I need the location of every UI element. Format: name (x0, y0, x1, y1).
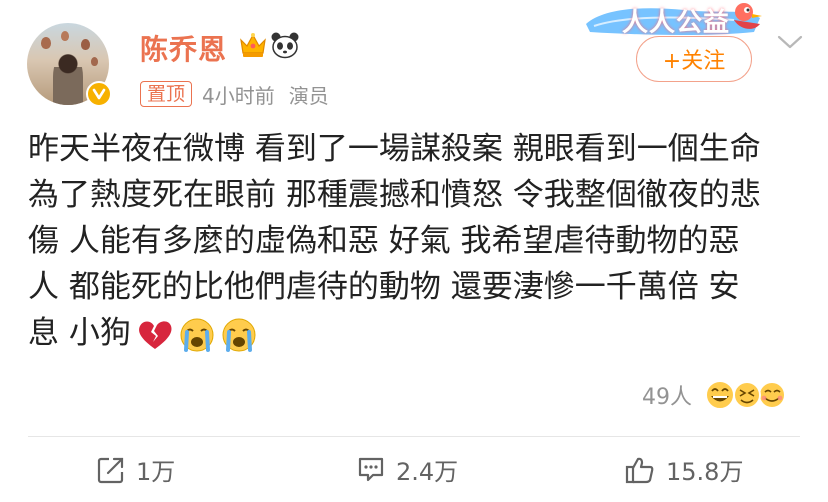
verified-badge-icon (86, 81, 112, 107)
laughing-face-icon (705, 380, 735, 410)
balloon-graphic (41, 37, 51, 49)
repost-button[interactable]: 1万 (96, 452, 175, 487)
crying-face-icon (222, 318, 256, 352)
person-graphic (53, 53, 83, 105)
reaction-summary[interactable]: 49人 (642, 378, 788, 412)
crying-face-icon (180, 318, 214, 352)
chevron-down-icon[interactable] (776, 32, 804, 52)
divider (28, 436, 800, 437)
reaction-faces (705, 380, 786, 410)
content-line: 息 小狗 (28, 315, 131, 351)
balloon-graphic (81, 39, 90, 50)
like-button[interactable]: 15.8万 (624, 452, 743, 487)
post-time: 4小时前 (202, 83, 275, 108)
thumbs-up-icon (625, 457, 654, 483)
content-last-line: 息 小狗 (28, 310, 808, 356)
author-name[interactable]: 陈乔恩 (140, 28, 227, 68)
crown-icon (240, 33, 266, 57)
broken-heart-icon (138, 320, 172, 349)
pinned-tag: 置顶 (140, 81, 193, 107)
comment-button[interactable]: 2.4万 (356, 452, 458, 487)
content-line: 為了熱度死在眼前 那種震撼和憤怒 令我整個徹夜的悲 (28, 177, 761, 213)
comment-icon (358, 457, 384, 481)
reaction-count: 49人 (642, 385, 692, 410)
comment-count: 2.4万 (396, 458, 459, 486)
content-line: 昨天半夜在微博 看到了一場謀殺案 親眼看到一個生命 (28, 131, 761, 167)
repost-count: 1万 (136, 458, 176, 486)
like-count: 15.8万 (666, 458, 744, 486)
share-icon (97, 457, 124, 483)
content-line: 人 都能死的比他們虐待的動物 還要淒慘一千萬倍 安 (28, 269, 740, 305)
follow-button[interactable]: +关注 (636, 36, 752, 82)
balloon-graphic (91, 57, 98, 66)
squinting-face-icon (733, 381, 761, 409)
content-line: 傷 人能有多麼的虛偽和惡 好氣 我希望虐待動物的惡 (28, 223, 740, 259)
author-identity: 演员 (288, 83, 329, 108)
campaign-label: 人人公益 (622, 8, 731, 38)
post-meta: 置顶 4小时前 演员 (140, 80, 329, 108)
post-content: 昨天半夜在微博 看到了一場謀殺案 親眼看到一個生命 為了熱度死在眼前 那種震撼和… (28, 126, 808, 356)
balloon-graphic (61, 31, 69, 41)
panda-icon (271, 32, 299, 59)
smiling-face-icon (758, 381, 786, 409)
